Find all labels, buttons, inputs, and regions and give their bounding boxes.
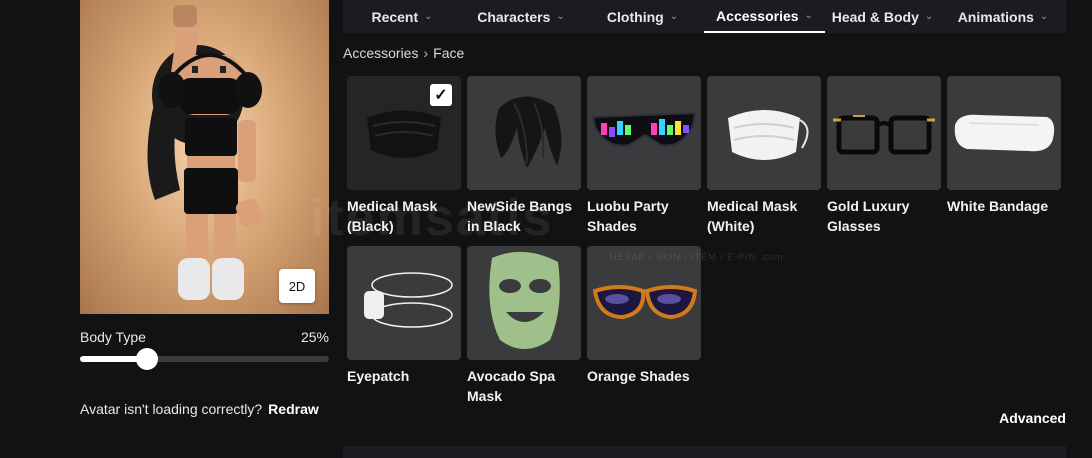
tab-label: Clothing: [606, 8, 664, 25]
tab-recent[interactable]: Recent ⌄: [343, 0, 461, 33]
item-thumbnail[interactable]: [587, 246, 701, 360]
tab-label: Accessories: [716, 7, 799, 24]
tab-head-body[interactable]: Head & Body ⌄: [825, 0, 940, 33]
tab-label: Animations: [957, 8, 1034, 25]
item-card[interactable]: ✓ Medical Mask (Black): [347, 76, 461, 236]
tab-label: Characters: [477, 8, 551, 25]
item-name: Eyepatch: [347, 368, 410, 384]
chevron-down-icon: ⌄: [1039, 11, 1049, 22]
item-name: White Bandage: [947, 198, 1049, 214]
item-thumbnail[interactable]: [947, 76, 1061, 190]
item-card[interactable]: Orange Shades: [587, 246, 701, 386]
advanced-link[interactable]: Advanced: [999, 410, 1066, 426]
bangs-hair-image: [495, 96, 562, 168]
loading-message: Avatar isn't loading correctly?: [80, 401, 263, 417]
item-card[interactable]: NewSide Bangs in Black: [467, 76, 581, 236]
avocado-spa-mask-image: [489, 251, 560, 349]
breadcrumb-root-link[interactable]: Accessories: [343, 45, 418, 61]
eyepatch-image: [364, 272, 453, 328]
white-bandage-image: [954, 114, 1055, 152]
checkmark-icon: ✓: [430, 84, 452, 106]
item-name: NewSide Bangs in Black: [467, 198, 573, 234]
medical-mask-black-image: [367, 110, 441, 158]
item-name: Orange Shades: [587, 368, 690, 384]
loading-help: Avatar isn't loading correctly? Redraw: [80, 401, 319, 417]
item-thumbnail[interactable]: [707, 76, 821, 190]
item-name: Gold Luxury Glasses: [827, 198, 910, 234]
item-name: Medical Mask (Black): [347, 198, 438, 234]
item-name: Medical Mask (White): [707, 198, 798, 234]
item-card[interactable]: Gold Luxury Glasses: [827, 76, 941, 236]
body-type-value: 25%: [300, 329, 329, 345]
body-type-slider[interactable]: [80, 348, 329, 370]
tab-label: Head & Body: [831, 8, 919, 25]
item-thumbnail[interactable]: [347, 246, 461, 360]
breadcrumb-current: Face: [433, 45, 465, 61]
item-card[interactable]: White Bandage: [947, 76, 1061, 216]
item-name: Avocado Spa Mask: [467, 368, 556, 404]
item-card[interactable]: Medical Mask (White): [707, 76, 821, 236]
medical-mask-white-image: [728, 110, 809, 160]
breadcrumb: Accessories › Face: [343, 45, 464, 61]
item-thumbnail[interactable]: [827, 76, 941, 190]
chevron-down-icon: ⌄: [804, 10, 813, 21]
party-shades-image: [591, 111, 697, 147]
item-thumbnail[interactable]: ✓: [347, 76, 461, 190]
item-thumbnail[interactable]: [467, 246, 581, 360]
tab-accessories[interactable]: Accessories ⌄: [704, 0, 825, 33]
chevron-down-icon: ⌄: [424, 11, 433, 22]
view-2d-toggle-button[interactable]: 2D: [279, 269, 315, 303]
tab-label: Recent: [371, 8, 419, 25]
category-tabbar: Recent ⌄ Characters ⌄ Clothing ⌄ Accessorie…: [343, 0, 1066, 33]
tab-clothing[interactable]: Clothing ⌄: [581, 0, 704, 33]
tab-characters[interactable]: Characters ⌄: [461, 0, 581, 33]
chevron-down-icon: ⌄: [556, 11, 565, 22]
orange-shades-image: [592, 285, 698, 320]
chevron-down-icon: ⌄: [924, 11, 934, 22]
item-card[interactable]: Avocado Spa Mask: [467, 246, 581, 406]
item-card[interactable]: Luobu Party Shades: [587, 76, 701, 236]
item-thumbnail[interactable]: [587, 76, 701, 190]
chevron-down-icon: ⌄: [669, 11, 679, 22]
gold-glasses-image: [833, 115, 935, 155]
body-type-label: Body Type: [80, 329, 146, 345]
item-thumbnail[interactable]: [467, 76, 581, 190]
slider-thumb[interactable]: [136, 348, 159, 370]
bottom-panel: [343, 446, 1066, 458]
item-card[interactable]: Eyepatch: [347, 246, 461, 386]
avatar-figure: [147, 5, 263, 300]
chevron-right-icon: ›: [423, 45, 429, 61]
redraw-link[interactable]: Redraw: [268, 401, 319, 417]
tab-animations[interactable]: Animations ⌄: [940, 0, 1066, 33]
item-name: Luobu Party Shades: [587, 198, 669, 234]
avatar-preview: [80, 0, 329, 314]
